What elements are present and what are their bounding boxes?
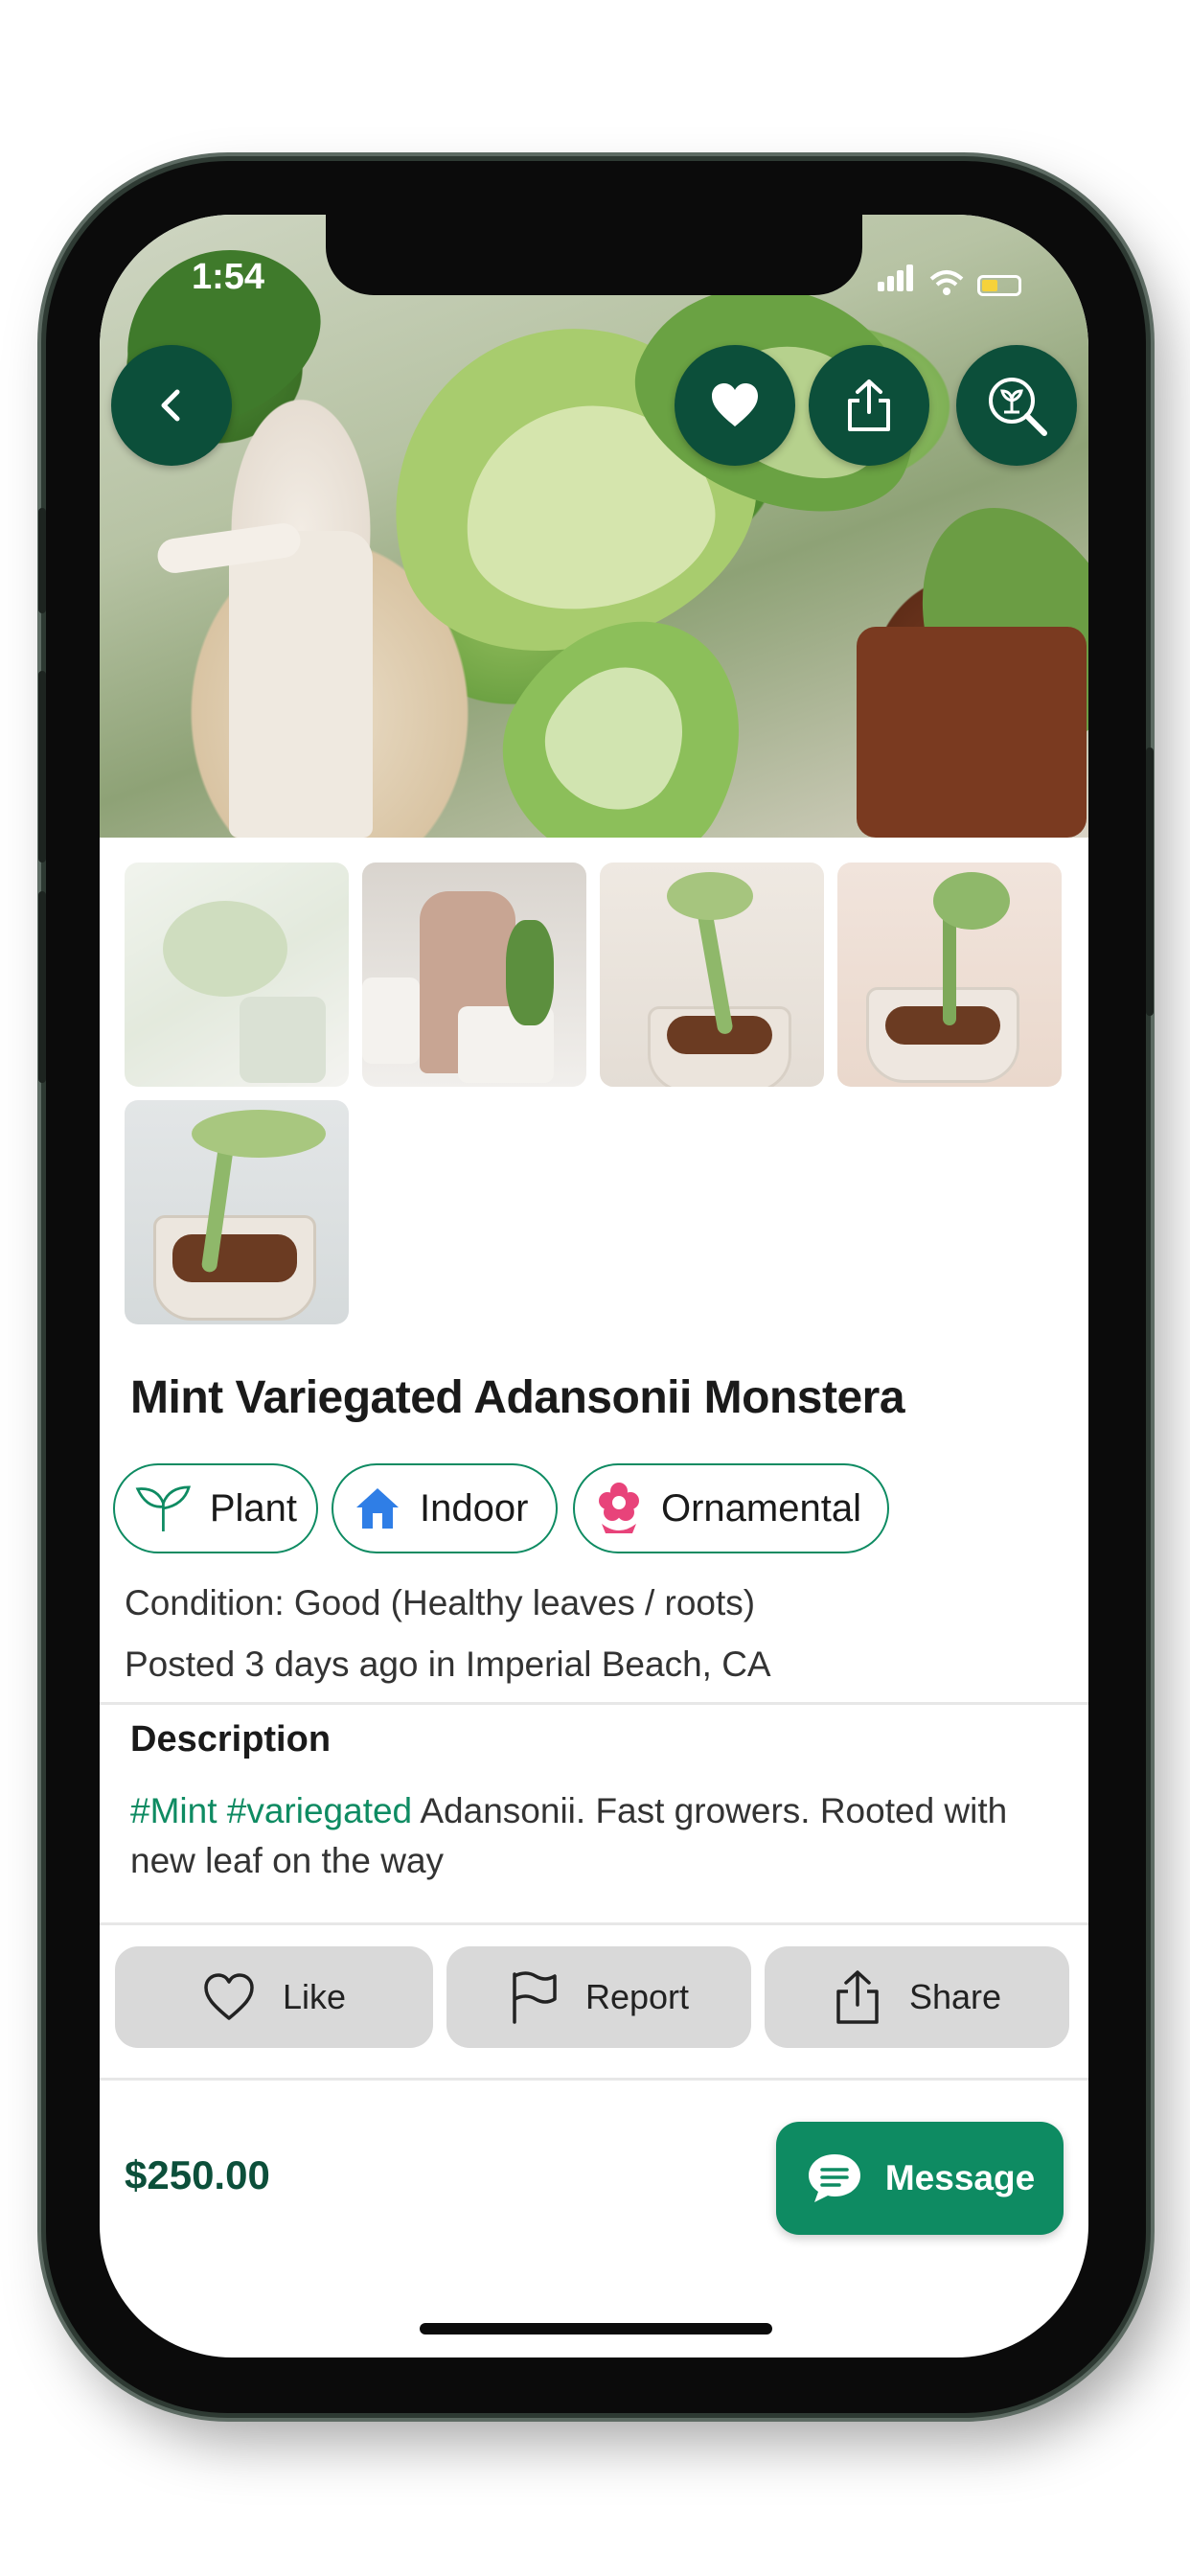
divider [100, 1702, 1088, 1705]
hashtag-link[interactable]: #Mint [130, 1791, 217, 1830]
signal-icon [878, 264, 916, 296]
flower-icon [599, 1483, 639, 1533]
message-label: Message [884, 2158, 1036, 2197]
heart-outline-icon [204, 1973, 254, 2020]
wifi-icon [929, 270, 964, 295]
flag-icon [513, 1971, 557, 2024]
back-button[interactable] [111, 345, 232, 466]
chip-indoor[interactable]: Indoor [332, 1463, 558, 1553]
share-button[interactable]: Share [765, 1946, 1069, 2048]
divider [100, 1922, 1088, 1925]
share-photo-button[interactable] [809, 345, 929, 466]
photo-thumbnail[interactable] [362, 862, 586, 1087]
photo-thumbnail[interactable] [600, 862, 824, 1087]
house-icon [356, 1488, 399, 1529]
listing-main-photo[interactable]: 1:54 [100, 215, 1088, 838]
hashtag-link[interactable]: #variegated [227, 1791, 412, 1830]
sprout-icon [135, 1485, 192, 1531]
report-label: Report [584, 1977, 690, 2016]
chip-label: Plant [209, 1486, 297, 1530]
photo-thumbnail[interactable] [125, 1100, 349, 1324]
like-button[interactable]: Like [115, 1946, 433, 2048]
posted-text: Posted 3 days ago in Imperial Beach, CA [125, 1644, 771, 1684]
chip-label: Ornamental [661, 1486, 861, 1530]
share-label: Share [908, 1977, 1002, 2016]
status-icons [878, 264, 1021, 296]
photo-thumbnail[interactable] [125, 862, 349, 1087]
side-button-power [1146, 748, 1154, 1016]
message-button[interactable]: Message [776, 2122, 1064, 2235]
side-button-volume-down [38, 891, 46, 1083]
plant-search-icon [989, 378, 1047, 436]
listing-title: Mint Variegated Adansonii Monstera [130, 1372, 905, 1423]
share-icon [848, 380, 890, 431]
chip-plant[interactable]: Plant [113, 1463, 318, 1553]
description-text: #Mint #variegated Adansonii. Fast grower… [130, 1786, 1050, 1886]
share-icon [836, 1970, 879, 2024]
listing-price: $250.00 [125, 2152, 270, 2197]
chat-bubble-icon [808, 2154, 860, 2202]
home-indicator[interactable] [420, 2323, 772, 2334]
divider [100, 2078, 1088, 2081]
side-button-mute [38, 508, 46, 613]
identify-plant-button[interactable] [956, 345, 1077, 466]
photo-thumbnail[interactable] [837, 862, 1062, 1087]
chip-ornamental[interactable]: Ornamental [573, 1463, 889, 1553]
favorite-button[interactable] [675, 345, 795, 466]
heart-icon [712, 383, 758, 426]
chip-label: Indoor [420, 1486, 529, 1530]
device-notch [326, 215, 862, 295]
status-time: 1:54 [192, 257, 265, 297]
battery-icon [977, 275, 1021, 296]
description-heading: Description [130, 1719, 332, 1760]
condition-text: Condition: Good (Healthy leaves / roots) [125, 1583, 756, 1622]
like-label: Like [282, 1977, 347, 2016]
report-button[interactable]: Report [446, 1946, 751, 2048]
side-button-volume-up [38, 671, 46, 862]
app-screen: 1:54 Mint Variegated Adansonii Monstera … [100, 215, 1088, 2358]
chevron-left-icon [161, 389, 180, 422]
